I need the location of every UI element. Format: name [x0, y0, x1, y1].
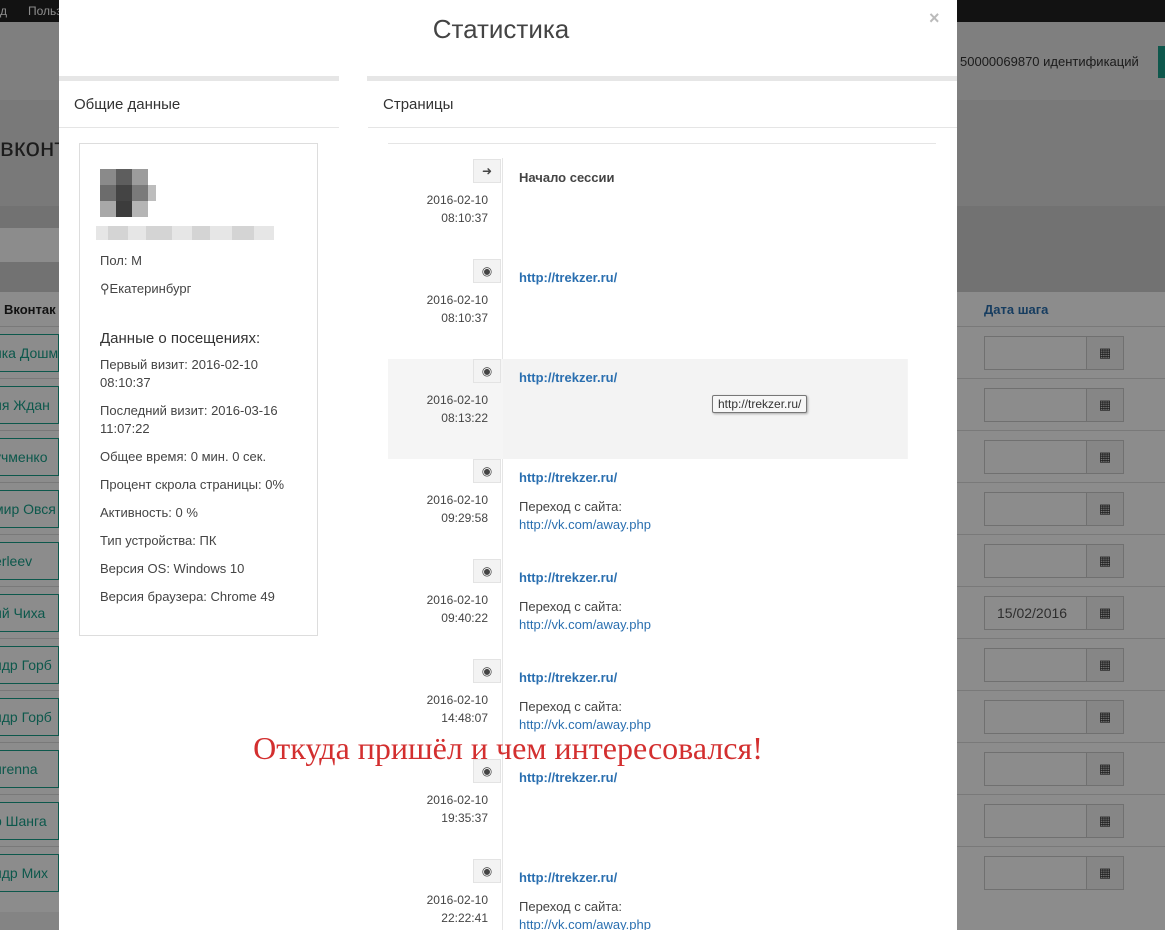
device-type: Тип устройства: ПК	[100, 533, 217, 548]
page-link[interactable]: http://trekzer.ru/	[519, 670, 617, 685]
visit-datetime: 2016-02-10 09:29:58	[426, 493, 488, 525]
referrer-link[interactable]: http://vk.com/away.php	[519, 517, 651, 532]
visit-datetime: 2016-02-10 22:22:41	[426, 893, 488, 925]
activity: Активность: 0 %	[100, 505, 198, 520]
visit-datetime: 2016-02-10 08:10:37	[426, 293, 488, 325]
modal-title: Статистика	[432, 14, 570, 44]
session-start-label: Начало сессии	[519, 170, 615, 185]
visit-datetime: 2016-02-10 08:10:37	[426, 193, 488, 225]
referrer-link[interactable]: http://vk.com/away.php	[519, 917, 651, 930]
referrer-label: Переход с сайта:	[519, 699, 622, 714]
statistics-modal: Статистика × Общие данные Страницы Пол: …	[59, 0, 957, 930]
annotation-caption: Откуда пришёл и чем интересовался!	[253, 730, 763, 766]
page-link[interactable]: http://trekzer.ru/	[519, 570, 617, 585]
visits-heading: Данные о посещениях:	[100, 330, 261, 347]
scroll-percent: Процент скрола страницы: 0%	[100, 477, 285, 492]
visit-datetime: 2016-02-10 08:13:22	[426, 393, 488, 425]
visit-datetime: 2016-02-10 19:35:37	[426, 793, 488, 825]
close-icon[interactable]: ×	[929, 8, 940, 29]
eye-icon: ◉	[473, 259, 501, 283]
page-link[interactable]: http://trekzer.ru/	[519, 470, 617, 485]
first-visit: Первый визит: 2016-02-10 08:10:37	[100, 357, 258, 390]
timeline-item: ◉ 2016-02-10 19:35:37 http://trekzer.ru/	[388, 759, 908, 859]
user-name-blurred	[96, 226, 274, 240]
city: ⚲Екатеринбург	[100, 281, 192, 296]
pages-header: Страницы	[383, 96, 454, 113]
user-info-card: Пол: М ⚲Екатеринбург Данные о посещениях…	[79, 143, 318, 636]
page-link[interactable]: http://trekzer.ru/	[519, 270, 617, 285]
timeline-item: ◉ 2016-02-10 09:29:58 http://trekzer.ru/Пер…	[388, 459, 908, 559]
link-tooltip: http://trekzer.ru/	[712, 395, 808, 413]
header-divider	[59, 76, 957, 81]
eye-icon: ◉	[473, 459, 501, 483]
last-visit: Последний визит: 2016-03-16 11:07:22	[100, 403, 278, 436]
eye-icon: ◉	[473, 859, 501, 883]
page-link[interactable]: http://trekzer.ru/	[519, 870, 617, 885]
eye-icon: ◉	[473, 659, 501, 683]
avatar	[100, 169, 156, 219]
eye-icon: ◉	[473, 359, 501, 383]
eye-icon: ◉	[473, 559, 501, 583]
timeline-item: ◉ 2016-02-10 09:40:22 http://trekzer.ru/Пер…	[388, 559, 908, 659]
page-link[interactable]: http://trekzer.ru/	[519, 770, 617, 785]
timeline-item: ➜ 2016-02-10 08:10:37 Начало сессии	[388, 159, 908, 259]
timeline-item: ◉ 2016-02-10 08:10:37 http://trekzer.ru/	[388, 259, 908, 359]
general-data-header: Общие данные	[74, 96, 181, 113]
gender: Пол: М	[100, 253, 142, 268]
page-link[interactable]: http://trekzer.ru/	[519, 370, 617, 385]
browser-version: Версия браузера: Chrome 49	[100, 589, 275, 604]
referrer-label: Переход с сайта:	[519, 499, 622, 514]
sign-in-icon: ➜	[473, 159, 501, 183]
map-marker-icon: ⚲	[100, 281, 110, 296]
visit-datetime: 2016-02-10 14:48:07	[426, 693, 488, 725]
referrer-label: Переход с сайта:	[519, 599, 622, 614]
referrer-link[interactable]: http://vk.com/away.php	[519, 617, 651, 632]
visit-datetime: 2016-02-10 09:40:22	[426, 593, 488, 625]
timeline-item: ◉ 2016-02-10 22:22:41 http://trekzer.ru/Пер…	[388, 859, 908, 930]
os-version: Версия OS: Windows 10	[100, 561, 245, 576]
timeline-item: ◉ 2016-02-10 08:13:22 http://trekzer.ru/	[388, 359, 908, 459]
referrer-label: Переход с сайта:	[519, 899, 622, 914]
total-time: Общее время: 0 мин. 0 сек.	[100, 449, 267, 464]
